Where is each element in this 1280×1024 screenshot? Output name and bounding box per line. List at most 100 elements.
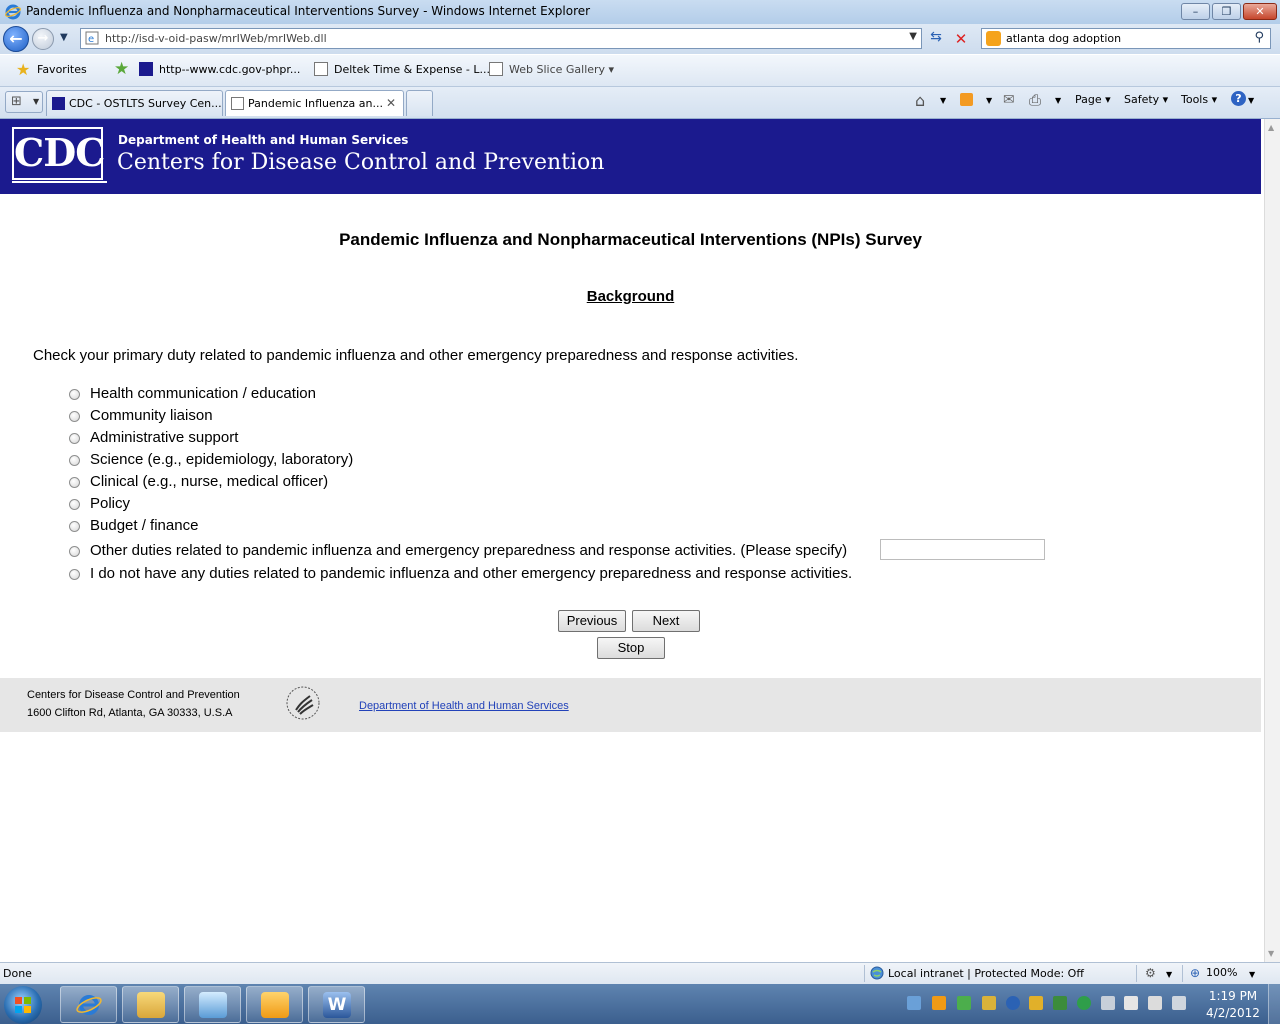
forward-button[interactable]: → — [32, 28, 54, 50]
communicator-icon — [199, 992, 227, 1018]
tray-clock-time[interactable]: 1:19 PM — [1205, 989, 1261, 1003]
tray-bluetooth-icon[interactable] — [1006, 996, 1020, 1010]
zoom-dropdown-icon[interactable]: ▼ — [1249, 970, 1255, 979]
radio-button[interactable] — [69, 389, 80, 400]
taskbar-internet-explorer[interactable] — [60, 986, 117, 1023]
close-window-button[interactable]: ✕ — [1243, 3, 1277, 20]
taskbar-lync[interactable] — [184, 986, 241, 1023]
navigation-bar: ← → ▼ e http://isd-v-oid-pasw/mrIWeb/mrI… — [0, 24, 1280, 54]
option-label: Other duties related to pandemic influen… — [90, 542, 848, 559]
tray-shield-icon[interactable] — [982, 996, 996, 1010]
read-mail-icon[interactable]: ✉ — [1003, 92, 1015, 108]
outlook-icon — [261, 992, 289, 1018]
radio-button[interactable] — [69, 433, 80, 444]
hhs-seal-icon — [286, 686, 320, 720]
radio-button[interactable] — [69, 546, 80, 557]
tray-sync-icon[interactable] — [1053, 996, 1067, 1010]
tray-network-icon[interactable] — [907, 996, 921, 1010]
taskbar-windows-explorer[interactable] — [122, 986, 179, 1023]
zoom-level[interactable]: 100% — [1206, 966, 1237, 979]
status-separator — [1182, 965, 1183, 982]
tray-outlook-icon[interactable] — [932, 996, 946, 1010]
vertical-scrollbar[interactable]: ▲ ▼ — [1264, 119, 1280, 962]
favorite-link-deltek[interactable]: Deltek Time & Expense - L... — [334, 63, 490, 76]
tray-status-icon[interactable] — [1077, 996, 1091, 1010]
tray-security-icon[interactable] — [957, 996, 971, 1010]
new-tab-button[interactable] — [406, 90, 433, 116]
logo-underline — [12, 181, 107, 183]
address-dropdown-icon[interactable]: ▼ — [909, 31, 917, 42]
tray-device-icon[interactable] — [1124, 996, 1138, 1010]
tray-clock-date[interactable]: 4/2/2012 — [1205, 1006, 1261, 1020]
address-bar[interactable]: e http://isd-v-oid-pasw/mrIWeb/mrIWeb.dl… — [80, 28, 922, 49]
survey-title: Pandemic Influenza and Nonpharmaceutical… — [339, 230, 922, 249]
home-dropdown-icon[interactable]: ▼ — [940, 96, 946, 105]
page-menu[interactable]: Page ▾ — [1075, 93, 1111, 106]
other-duties-specify-input[interactable] — [880, 539, 1045, 560]
radio-button[interactable] — [69, 521, 80, 532]
compatibility-refresh-icon[interactable]: ⇆ — [926, 29, 946, 49]
radio-button[interactable] — [69, 569, 80, 580]
radio-button[interactable] — [69, 499, 80, 510]
home-icon[interactable]: ⌂ — [915, 91, 925, 110]
hhs-link[interactable]: Department of Health and Human Services — [359, 700, 569, 712]
status-text: Done — [3, 967, 32, 980]
search-box[interactable]: atlanta dog adoption ⚲ — [981, 28, 1271, 49]
protected-mode-dropdown-icon[interactable]: ▼ — [1166, 970, 1172, 979]
cdc-logo[interactable]: CDC — [12, 127, 105, 180]
tray-lock-icon[interactable] — [1029, 996, 1043, 1010]
option-label: Community liaison — [90, 407, 213, 424]
radio-button[interactable] — [69, 411, 80, 422]
previous-button[interactable]: Previous — [558, 610, 626, 632]
favorite-link-cdc-phpr[interactable]: http--www.cdc.gov-phpr... — [159, 63, 300, 76]
protected-mode-icon[interactable]: ⚙ — [1145, 966, 1156, 980]
footer-address-line1: Centers for Disease Control and Preventi… — [27, 689, 240, 701]
quick-tabs-button[interactable]: ⊞ ▼ — [5, 91, 43, 113]
scroll-down-arrow-icon[interactable]: ▼ — [1268, 949, 1274, 958]
tray-display-icon[interactable] — [1148, 996, 1162, 1010]
tab-list-dropdown-icon[interactable]: ▼ — [33, 97, 39, 106]
start-button[interactable] — [4, 986, 42, 1024]
url-text: http://isd-v-oid-pasw/mrIWeb/mrIWeb.dll — [105, 32, 327, 45]
minimize-button[interactable]: – — [1181, 3, 1210, 20]
rss-feed-icon[interactable] — [960, 93, 973, 106]
maximize-button[interactable]: ❒ — [1212, 3, 1241, 20]
taskbar-outlook[interactable] — [246, 986, 303, 1023]
back-button[interactable]: ← — [3, 26, 29, 52]
favorites-button[interactable]: Favorites — [37, 63, 87, 76]
tab-cdc-ostlts[interactable]: CDC - OSTLTS Survey Cen... — [46, 90, 223, 116]
tab-pandemic-influenza[interactable]: Pandemic Influenza an... ✕ — [225, 90, 404, 116]
favorite-web-slice-gallery[interactable]: Web Slice Gallery ▾ — [509, 63, 614, 76]
print-icon[interactable]: ⎙ — [1029, 91, 1041, 109]
print-dropdown-icon[interactable]: ▼ — [1055, 96, 1061, 105]
help-dropdown-icon[interactable]: ▼ — [1248, 96, 1254, 105]
internet-explorer-icon — [76, 995, 102, 1015]
stop-button[interactable]: Stop — [597, 637, 665, 659]
question-text: Check your primary duty related to pande… — [33, 347, 799, 364]
tray-flag-icon[interactable] — [1101, 996, 1115, 1010]
stop-loading-icon[interactable]: ✕ — [951, 29, 971, 49]
scroll-up-arrow-icon[interactable]: ▲ — [1268, 123, 1274, 132]
tools-menu[interactable]: Tools ▾ — [1181, 93, 1217, 106]
status-separator — [864, 965, 865, 982]
security-zone-text[interactable]: Local intranet | Protected Mode: Off — [888, 967, 1084, 980]
zoom-magnifier-icon: ⊕ — [1190, 966, 1201, 980]
search-icon[interactable]: ⚲ — [1254, 30, 1264, 45]
radio-button[interactable] — [69, 477, 80, 488]
web-slice-icon — [489, 62, 503, 76]
ie-logo-icon — [5, 4, 21, 20]
tab-bar: ⊞ ▼ CDC - OSTLTS Survey Cen... Pandemic … — [0, 87, 1280, 119]
safety-menu[interactable]: Safety ▾ — [1124, 93, 1168, 106]
taskbar-word[interactable]: W — [308, 986, 365, 1023]
feeds-dropdown-icon[interactable]: ▼ — [986, 96, 992, 105]
show-desktop-button[interactable] — [1268, 984, 1280, 1024]
close-tab-icon[interactable]: ✕ — [386, 96, 396, 110]
recent-pages-dropdown-icon[interactable]: ▼ — [60, 32, 68, 43]
ie-tab-icon — [231, 97, 244, 110]
help-icon[interactable]: ? — [1231, 91, 1246, 106]
tray-volume-muted-icon[interactable] — [1172, 996, 1186, 1010]
next-button[interactable]: Next — [632, 610, 700, 632]
radio-button[interactable] — [69, 455, 80, 466]
folder-icon — [137, 992, 165, 1018]
add-favorite-icon[interactable]: ★ — [114, 59, 129, 79]
